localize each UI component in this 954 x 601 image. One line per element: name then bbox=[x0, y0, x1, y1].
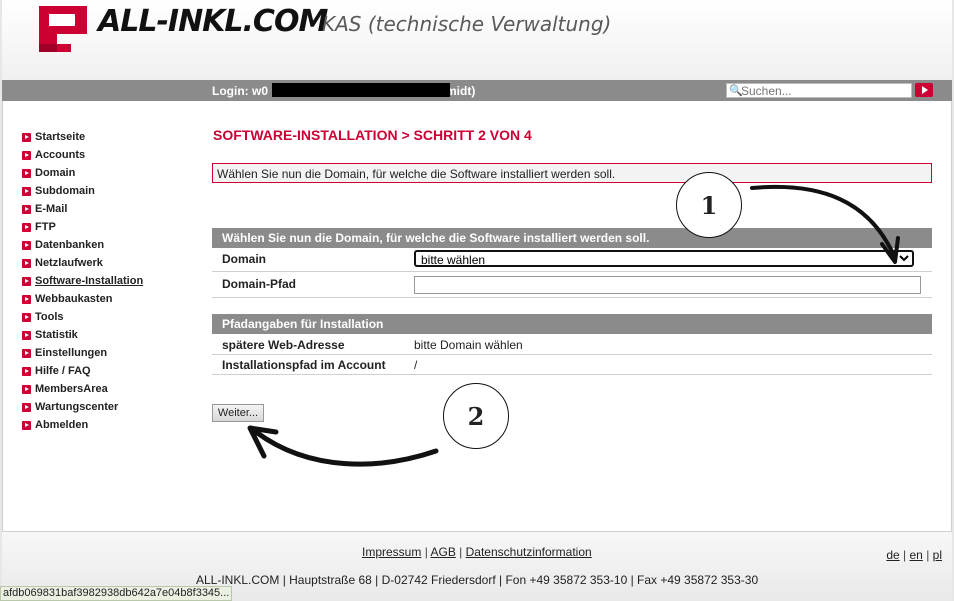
lang-de-link[interactable]: de bbox=[886, 548, 899, 562]
footer-links: Impressum | AGB | Datenschutzinformation bbox=[362, 545, 592, 559]
lang-en-link[interactable]: en bbox=[910, 548, 923, 562]
impressum-link[interactable]: Impressum bbox=[362, 545, 421, 559]
arrow-1-icon bbox=[750, 184, 897, 260]
lang-pl-link[interactable]: pl bbox=[933, 548, 942, 562]
language-switcher: de | en | pl bbox=[886, 548, 942, 562]
datenschutz-link[interactable]: Datenschutzinformation bbox=[466, 545, 592, 559]
agb-link[interactable]: AGB bbox=[430, 545, 455, 559]
arrow-2-icon bbox=[253, 429, 439, 467]
company-address: ALL-INKL.COM | Hauptstraße 68 | D-02742 … bbox=[196, 573, 759, 587]
annotation-marker-2: 2 bbox=[443, 383, 509, 449]
annotation-marker-1: 1 bbox=[676, 172, 742, 238]
annotation-arrows bbox=[247, 184, 900, 467]
browser-status-url: afdb069831baf3982938db642a7e04b8f3345... bbox=[0, 586, 233, 601]
